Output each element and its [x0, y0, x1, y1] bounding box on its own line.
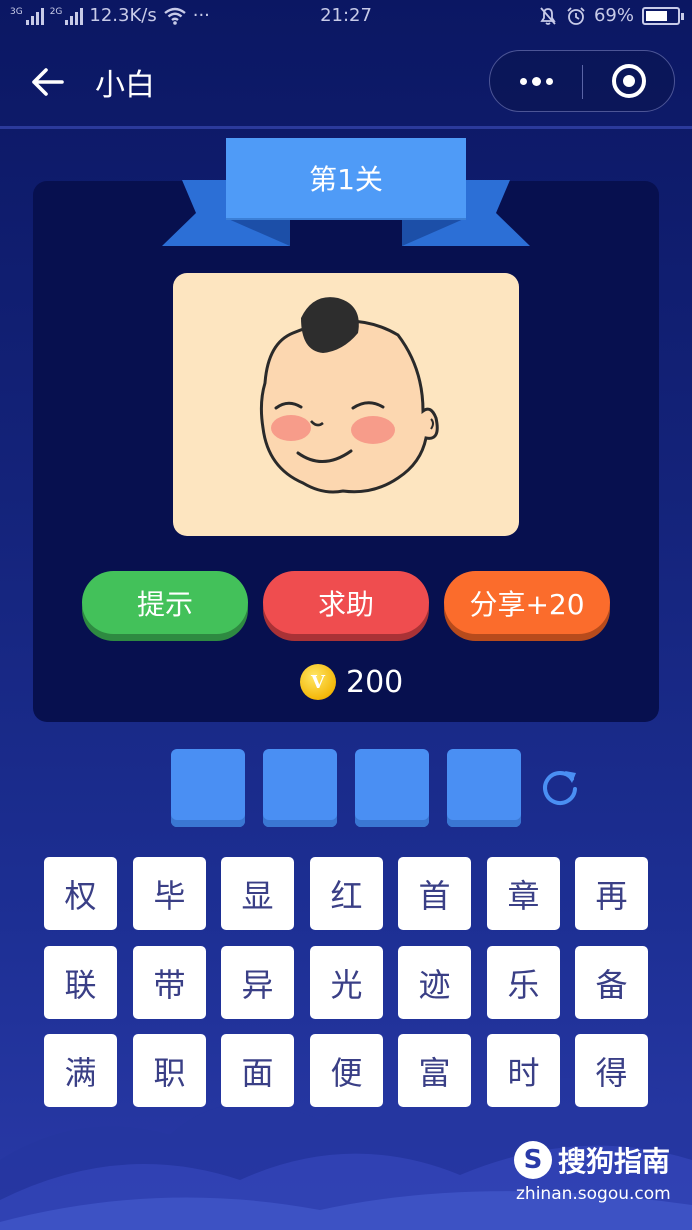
- key-char[interactable]: 时: [487, 1034, 560, 1107]
- sogou-watermark: S 搜狗指南 zhinan.sogou.com: [514, 1140, 684, 1210]
- key-char[interactable]: 职: [133, 1034, 206, 1107]
- level-banner: 第1关: [226, 138, 466, 218]
- key-char[interactable]: 红: [310, 857, 383, 930]
- answer-slot-1[interactable]: [171, 749, 245, 827]
- page-title: 小白: [95, 68, 155, 103]
- key-char[interactable]: 联: [44, 946, 117, 1019]
- key-char[interactable]: 光: [310, 946, 383, 1019]
- key-char[interactable]: 乐: [487, 946, 560, 1019]
- key-char[interactable]: 带: [133, 946, 206, 1019]
- refresh-icon[interactable]: [538, 765, 582, 809]
- key-char[interactable]: 异: [221, 946, 294, 1019]
- status-bar: 3G 2G 12.3K/s ··· 21:27 69%: [0, 0, 692, 34]
- key-char[interactable]: 首: [398, 857, 471, 930]
- puzzle-image: [173, 273, 519, 536]
- coin-balance: V 200: [300, 662, 403, 702]
- watermark-logo: S 搜狗指南: [514, 1140, 670, 1180]
- sogou-logo-icon: S: [514, 1141, 552, 1179]
- key-char[interactable]: 权: [44, 857, 117, 930]
- share-label: 分享+20: [469, 587, 585, 621]
- key-char[interactable]: 便: [310, 1034, 383, 1107]
- nav-bar: 小白: [0, 34, 692, 128]
- key-char[interactable]: 再: [575, 857, 648, 930]
- key-char[interactable]: 章: [487, 857, 560, 930]
- answer-slot-4[interactable]: [447, 749, 521, 827]
- answer-slot-3[interactable]: [355, 749, 429, 827]
- share-button[interactable]: 分享+20: [444, 571, 610, 634]
- help-button[interactable]: 求助: [263, 571, 429, 634]
- battery-icon: [642, 6, 684, 25]
- watermark-url: zhinan.sogou.com: [516, 1184, 671, 1204]
- battery-percent: 69%: [593, 5, 634, 26]
- battery-fill: [646, 10, 667, 21]
- more-menu-button[interactable]: [490, 51, 582, 111]
- mute-bell-icon: [540, 6, 556, 25]
- hint-label: 提示: [136, 587, 193, 621]
- status-right: 69%: [538, 5, 684, 26]
- coin-count: 200: [346, 664, 404, 700]
- key-char[interactable]: 迹: [398, 946, 471, 1019]
- alarm-icon: [567, 6, 585, 25]
- dot-icon: [545, 77, 553, 85]
- nav-divider: [0, 126, 692, 129]
- key-char[interactable]: 显: [221, 857, 294, 930]
- dot-icon: [531, 76, 541, 86]
- close-mini-program-button[interactable]: [583, 51, 675, 111]
- target-circle-icon: [612, 64, 646, 98]
- coin-icon: V: [300, 664, 336, 700]
- back-arrow-icon[interactable]: [28, 62, 68, 102]
- key-char[interactable]: 面: [221, 1034, 294, 1107]
- key-char[interactable]: 富: [398, 1034, 471, 1107]
- coin-letter: V: [311, 671, 325, 693]
- baby-face-illustration: [259, 297, 439, 494]
- level-label: 第1关: [309, 163, 383, 196]
- help-label: 求助: [317, 587, 374, 621]
- mini-program-capsule: [489, 50, 675, 112]
- watermark-name: 搜狗指南: [558, 1145, 671, 1178]
- hint-button[interactable]: 提示: [82, 571, 248, 634]
- key-char[interactable]: 备: [575, 946, 648, 1019]
- key-char[interactable]: 毕: [133, 857, 206, 930]
- dot-icon: [519, 77, 527, 85]
- key-char[interactable]: 得: [575, 1034, 648, 1107]
- key-char[interactable]: 满: [44, 1034, 117, 1107]
- answer-slot-2[interactable]: [263, 749, 337, 827]
